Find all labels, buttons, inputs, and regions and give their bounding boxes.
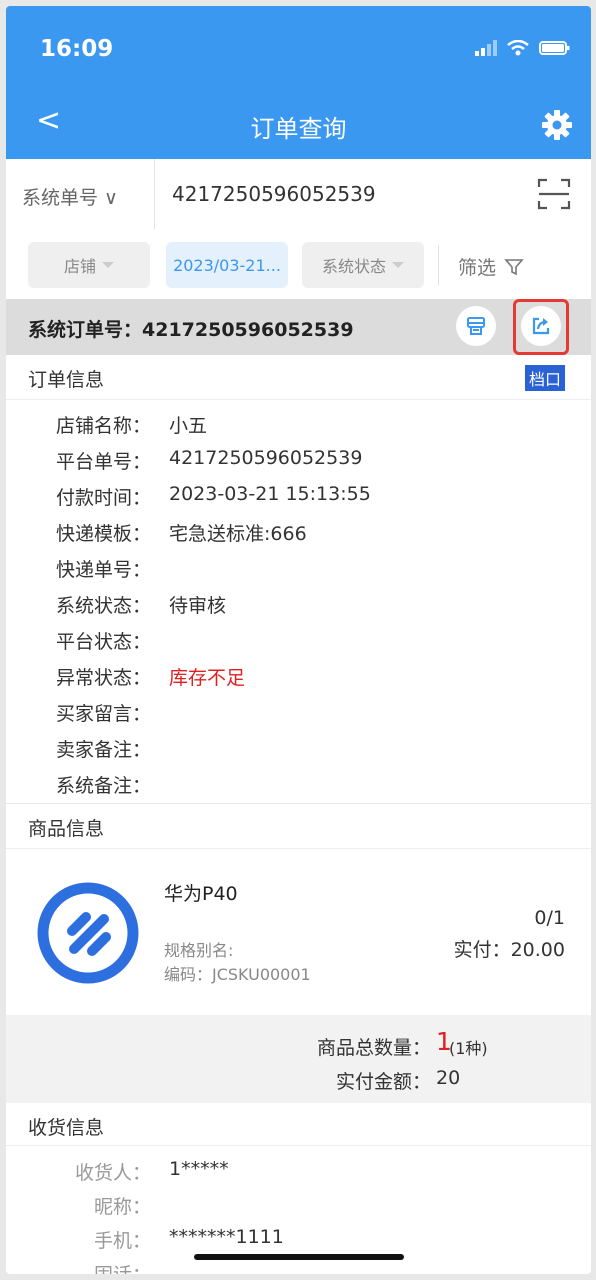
order-info-title: 订单信息 <box>28 369 105 391</box>
receiver-key: 收货人： <box>74 1162 151 1184</box>
info-key: 快递单号： <box>55 559 151 581</box>
order-number-label: 系统订单号： <box>28 319 143 341</box>
search-input[interactable] <box>170 181 514 207</box>
total-quantity-label: 商品总数量： <box>316 1037 431 1059</box>
info-row: 买家留言： <box>6 693 591 729</box>
paid-amount-label: 实付金额： <box>335 1071 431 1093</box>
divider <box>154 159 155 229</box>
receiver-key: 手机： <box>93 1230 151 1252</box>
info-value: 待审核 <box>169 595 227 617</box>
product-thumbnail-icon <box>37 882 139 984</box>
gear-icon <box>542 110 572 140</box>
product-info-title: 商品信息 <box>28 818 105 840</box>
filter-label: 筛选 <box>458 257 497 279</box>
info-key: 平台状态： <box>55 631 151 653</box>
settings-button[interactable] <box>541 109 573 145</box>
receiver-key: 昵称： <box>93 1196 151 1218</box>
dropdown-arrow-icon <box>102 262 114 268</box>
share-button[interactable] <box>521 306 561 346</box>
battery-icon <box>539 41 570 55</box>
order-number-header: 系统订单号：4217250596052539 <box>6 299 591 355</box>
system-status-filter[interactable]: 系统状态 <box>302 242 424 288</box>
product-item[interactable]: 华为P40 规格别名: 编码：JCSKU00001 0/1 实付：20.00 <box>6 849 591 1015</box>
filter-button[interactable]: 筛选 <box>458 253 524 280</box>
printer-icon <box>467 317 485 335</box>
print-button[interactable] <box>456 306 496 346</box>
scan-icon <box>537 178 571 210</box>
exception-status-value: 库存不足 <box>169 667 246 689</box>
scan-button[interactable] <box>537 177 571 215</box>
stall-tag: 档口 <box>524 365 565 391</box>
info-row: 平台状态： <box>6 621 591 657</box>
info-row: 系统状态： 待审核 <box>6 585 591 621</box>
info-value: 宅急送标准:666 <box>169 523 307 545</box>
order-number: 系统订单号：4217250596052539 <box>28 315 354 342</box>
order-number-value: 4217250596052539 <box>142 319 354 341</box>
info-row: 异常状态： 库存不足 <box>6 657 591 693</box>
phone-screen: 16:09 < 订单查询 系统单号 ∨ 4217250596052539 店铺 … <box>6 6 591 1274</box>
filter-row: 店铺 2023/03-21... 系统状态 筛选 <box>6 229 591 299</box>
page-title: 订单查询 <box>250 115 347 143</box>
info-row: 系统备注： <box>6 765 591 801</box>
status-icons <box>475 40 571 56</box>
status-bar: 16:09 <box>6 6 591 91</box>
receiver-value: 1***** <box>169 1158 229 1180</box>
info-row: 快递模板： 宅急送标准:666 <box>6 513 591 549</box>
receiver-row: 手机： *******1111 <box>6 1220 591 1256</box>
product-quantity: 0/1 <box>534 907 565 929</box>
info-key: 系统状态： <box>55 595 151 617</box>
info-row: 付款时间： 2023-03-21 15:13:55 <box>6 477 591 513</box>
search-type-dropdown[interactable]: 系统单号 ∨ <box>22 183 118 210</box>
home-indicator[interactable] <box>194 1254 404 1260</box>
info-key: 快递模板： <box>55 523 151 545</box>
product-spec: 规格别名: <box>164 941 234 960</box>
shop-filter-label: 店铺 <box>63 257 96 276</box>
info-key: 平台单号： <box>55 451 151 473</box>
info-value: 4217250596052539 <box>169 447 363 469</box>
info-key: 买家留言： <box>55 703 151 725</box>
receiver-value: *******1111 <box>169 1226 284 1248</box>
info-key: 系统备注： <box>55 775 151 797</box>
info-row: 卖家备注： <box>6 729 591 765</box>
nav-bar: < 订单查询 <box>6 91 591 159</box>
wifi-icon <box>507 40 529 56</box>
receiver-info-title: 收货信息 <box>28 1117 105 1139</box>
info-row: 店铺名称： 小五 <box>6 405 591 441</box>
date-filter-label: 2023/03-21... <box>173 255 281 275</box>
order-info-section-header: 订单信息 档口 <box>6 355 591 400</box>
info-value: 小五 <box>169 415 208 437</box>
date-filter[interactable]: 2023/03-21... <box>166 242 288 288</box>
info-key: 卖家备注： <box>55 739 151 761</box>
status-time: 16:09 <box>40 36 114 62</box>
receiver-key: 固话： <box>94 1260 151 1274</box>
info-row: 快递单号： <box>6 549 591 585</box>
product-code: 编码：JCSKU00001 <box>164 965 311 984</box>
receiver-row: 昵称： <box>6 1186 591 1222</box>
paid-amount-value: 20 <box>436 1067 461 1089</box>
total-kinds: (1种) <box>449 1039 488 1058</box>
system-status-filter-label: 系统状态 <box>321 257 386 276</box>
product-paid: 实付：20.00 <box>453 939 565 961</box>
share-icon <box>532 317 550 335</box>
shop-filter[interactable]: 店铺 <box>28 242 150 288</box>
search-row: 系统单号 ∨ <box>6 159 591 229</box>
order-summary: 商品总数量： 1 (1种) 实付金额： 20 <box>6 1015 591 1103</box>
signal-icon <box>475 40 497 56</box>
dropdown-arrow-icon <box>392 262 404 268</box>
divider <box>438 245 439 285</box>
receiver-row: 收货人： 1***** <box>6 1152 591 1188</box>
info-row: 平台单号： 4217250596052539 <box>6 441 591 477</box>
info-value: 2023-03-21 15:13:55 <box>169 483 371 505</box>
product-name: 华为P40 <box>164 883 238 905</box>
funnel-icon <box>504 258 524 275</box>
info-key: 异常状态： <box>55 667 151 689</box>
receiver-info-section-header: 收货信息 <box>6 1103 591 1146</box>
info-key: 付款时间： <box>55 487 151 509</box>
product-info-section-header: 商品信息 <box>6 804 591 849</box>
info-key: 店铺名称： <box>55 415 151 437</box>
